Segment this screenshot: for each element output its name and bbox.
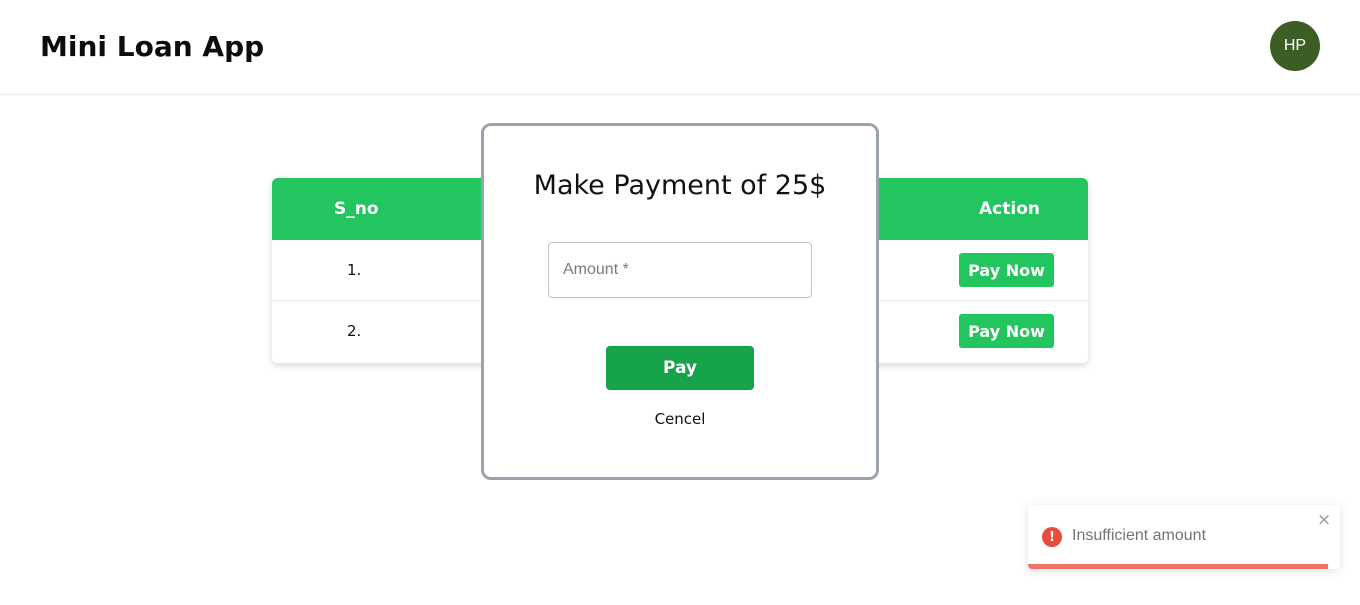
sno-cell: 1. bbox=[347, 261, 362, 279]
error-toast: ! Insufficient amount × bbox=[1028, 505, 1340, 569]
sno-cell: 2. bbox=[347, 322, 362, 340]
toast-progress-bar bbox=[1028, 564, 1328, 569]
pay-now-button[interactable]: Pay Now bbox=[959, 314, 1054, 348]
app-title: Mini Loan App bbox=[40, 30, 265, 63]
column-header-sno: S_no bbox=[334, 199, 379, 219]
payment-modal: Make Payment of 25$ Pay Cencel bbox=[481, 123, 879, 480]
pay-now-button[interactable]: Pay Now bbox=[959, 253, 1054, 287]
pay-button[interactable]: Pay bbox=[606, 346, 754, 390]
app-header: Mini Loan App HP bbox=[0, 0, 1360, 95]
close-icon[interactable]: × bbox=[1317, 510, 1331, 530]
column-header-action: Action bbox=[979, 199, 1040, 219]
toast-message: Insufficient amount bbox=[1072, 527, 1207, 544]
error-icon: ! bbox=[1042, 527, 1062, 547]
user-avatar[interactable]: HP bbox=[1270, 21, 1320, 71]
cancel-button[interactable]: Cencel bbox=[484, 410, 876, 428]
modal-title: Make Payment of 25$ bbox=[533, 170, 827, 201]
amount-input[interactable] bbox=[548, 242, 812, 298]
